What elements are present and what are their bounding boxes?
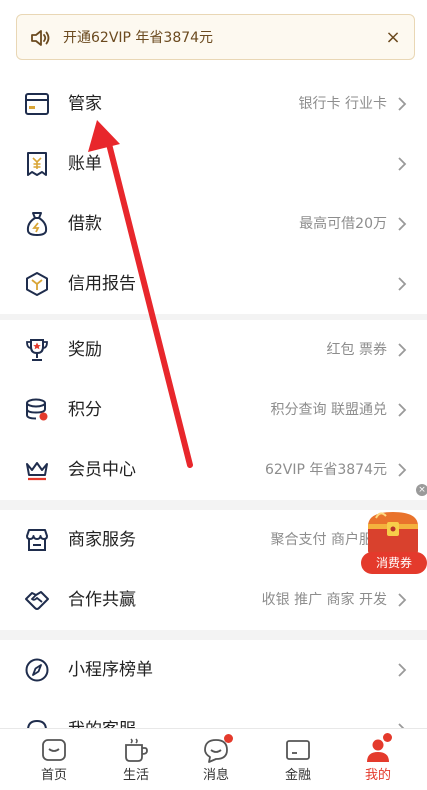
chevron-right-icon — [398, 463, 407, 477]
menu-item-loan[interactable]: 借款 最高可借20万 — [0, 194, 427, 254]
handshake-icon — [25, 591, 49, 610]
menu-group-other: 小程序榜单 我的客服 — [0, 640, 427, 728]
tab-label: 生活 — [122, 768, 149, 783]
tab-label: 金融 — [284, 768, 311, 783]
crown-icon — [26, 462, 48, 481]
chevron-right-icon — [398, 403, 407, 417]
menu-item-cooperation[interactable]: 合作共赢 收银 推广 商家 开发 — [0, 570, 427, 630]
cup-icon — [125, 738, 148, 762]
tab-label: 消息 — [202, 768, 229, 783]
menu-item-label: 积分 — [68, 400, 102, 420]
menu-item-desc: 积分查询 联盟通兑 — [270, 402, 387, 418]
finance-icon — [286, 740, 310, 760]
menu-item-label: 奖励 — [68, 340, 102, 360]
tab-label: 我的 — [364, 768, 391, 783]
menu-item-label: 账单 — [68, 154, 102, 174]
menu-item-label: 合作共赢 — [68, 590, 136, 610]
menu-item-label: 会员中心 — [68, 460, 136, 480]
vip-banner-area: 开通62VIP 年省3874元 × — [0, 0, 427, 74]
coupon-label: 消费券 — [361, 552, 427, 574]
menu-item-label: 我的客服 — [68, 718, 136, 728]
trophy-icon — [26, 339, 48, 361]
card-icon — [25, 93, 49, 115]
coin-stack-icon — [26, 398, 48, 421]
menu-item-desc: 红包 票券 — [326, 342, 387, 358]
coupon-float-ad[interactable]: × 消费券 — [358, 484, 427, 576]
store-icon — [26, 529, 48, 551]
tab-label: 首页 — [40, 768, 67, 783]
bottom-tab-bar: 首页 生活 消息 金融 我的 — [0, 728, 427, 790]
menu-item-customer-service[interactable]: 我的客服 — [0, 700, 427, 728]
menu-item-mini-program-ranking[interactable]: 小程序榜单 — [0, 640, 427, 700]
chevron-right-icon — [398, 663, 407, 677]
ad-close-icon[interactable]: × — [416, 484, 427, 496]
profile-badge — [383, 733, 392, 742]
menu-item-desc: 最高可借20万 — [299, 216, 387, 232]
tab-home[interactable]: 首页 — [24, 729, 84, 790]
menu-item-label: 借款 — [68, 214, 102, 234]
vip-banner[interactable]: 开通62VIP 年省3874元 × — [16, 14, 415, 60]
message-badge — [224, 734, 233, 743]
vip-banner-text: 开通62VIP 年省3874元 — [63, 30, 214, 46]
tab-finance[interactable]: 金融 — [268, 729, 328, 790]
menu-group-finance: 管家 银行卡 行业卡 账单 借款 最高可借20万 信用报告 — [0, 74, 427, 314]
chevron-right-icon — [398, 343, 407, 357]
menu-item-guanjia[interactable]: 管家 银行卡 行业卡 — [0, 74, 427, 134]
banner-close-icon[interactable]: × — [382, 27, 404, 49]
menu-item-bill[interactable]: 账单 — [0, 134, 427, 194]
chevron-right-icon — [398, 157, 407, 171]
menu-item-label: 管家 — [68, 94, 102, 114]
chevron-right-icon — [398, 593, 407, 607]
speaker-icon — [31, 30, 50, 46]
home-icon — [42, 739, 66, 761]
menu-item-points[interactable]: 积分 积分查询 联盟通兑 — [0, 380, 427, 440]
menu-item-label: 商家服务 — [68, 530, 136, 550]
menu-item-label: 小程序榜单 — [68, 660, 153, 680]
chevron-right-icon — [398, 217, 407, 231]
menu-group-rewards: 奖励 红包 票券 积分 积分查询 联盟通兑 会员中心 62VIP 年省3874元 — [0, 320, 427, 500]
treasure-chest-icon — [368, 512, 418, 554]
tab-life[interactable]: 生活 — [106, 729, 166, 790]
bill-icon — [27, 152, 47, 176]
menu-item-desc: 62VIP 年省3874元 — [264, 462, 387, 478]
menu-item-credit-report[interactable]: 信用报告 — [0, 254, 427, 314]
menu-item-rewards[interactable]: 奖励 红包 票券 — [0, 320, 427, 380]
loan-bag-icon — [26, 212, 48, 237]
tab-messages[interactable]: 消息 — [186, 729, 246, 790]
menu-item-desc: 收银 推广 商家 开发 — [261, 592, 387, 608]
menu-item-label: 信用报告 — [68, 274, 136, 294]
chevron-right-icon — [398, 97, 407, 111]
menu-item-desc: 银行卡 行业卡 — [298, 96, 387, 112]
tab-me[interactable]: 我的 — [348, 729, 408, 790]
compass-icon — [25, 658, 49, 682]
headset-icon — [27, 719, 47, 728]
chevron-right-icon — [398, 277, 407, 291]
credit-report-icon — [26, 272, 48, 296]
